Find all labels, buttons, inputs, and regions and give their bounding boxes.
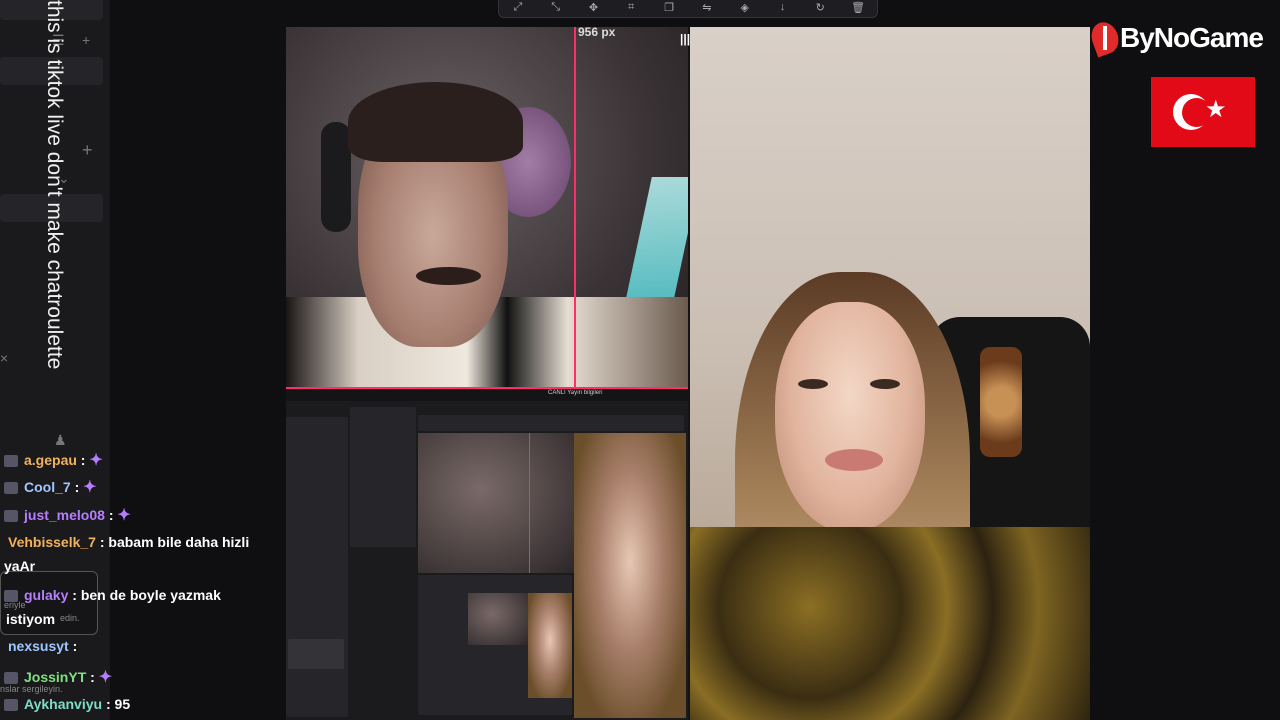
crop-icon[interactable]: ⌗: [621, 1, 641, 14]
nested-topbar: CANLI Yayın bilgileri: [286, 389, 688, 401]
chat-avatar: [4, 699, 18, 712]
faint-text: edin.: [60, 613, 80, 623]
chat-text: 95: [114, 696, 131, 712]
butterfly-emote-icon: ✦: [83, 479, 97, 496]
guide-size-label: 956 px: [578, 25, 616, 39]
chat-username[interactable]: just_melo08: [24, 507, 105, 523]
rotate-icon[interactable]: ↻: [810, 1, 830, 14]
chat-separator: :: [68, 587, 81, 603]
lips: [825, 449, 883, 471]
turkey-flag: ★: [1151, 77, 1255, 147]
align-center-icon[interactable]: ✥: [583, 1, 603, 14]
chat-text: babam bile daha hizli: [108, 534, 250, 550]
nested-streamer-camera: [418, 433, 574, 573]
chat-username[interactable]: Cool_7: [24, 479, 71, 495]
chat-avatar: [4, 510, 18, 523]
chair-pattern: [980, 347, 1022, 457]
chat-avatar: [4, 672, 18, 685]
chat-separator: :: [86, 669, 99, 685]
mustache: [416, 267, 481, 285]
chat-message: Cool_7 : ✦: [4, 477, 97, 497]
copy-icon[interactable]: ❐: [659, 1, 679, 14]
butterfly-emote-icon: ✦: [89, 452, 103, 469]
headset: [321, 122, 351, 232]
nested-inner-guest: [528, 593, 572, 698]
chat-avatar: [4, 455, 18, 468]
brand-logo: ByNoGame: [1087, 18, 1264, 58]
chat-message: just_melo08 : ✦: [4, 505, 131, 525]
chat-text: yaAr: [4, 558, 36, 574]
chat-text: ben de boyle yazmak: [80, 587, 221, 603]
chat-separator: :: [68, 638, 78, 654]
download-icon[interactable]: ↓: [772, 1, 792, 13]
chat-avatar: [4, 482, 18, 495]
brand-icon: [1087, 18, 1123, 58]
star-icon: ★: [1205, 96, 1227, 123]
nested-inner-view: [418, 575, 572, 715]
expand-icon[interactable]: ⤡: [546, 1, 566, 14]
chat-separator: :: [102, 696, 115, 712]
transform-toolbar: ⤢ ⤡ ✥ ⌗ ❐ ⇋ ◈ ↓ ↻ 🗑: [498, 0, 878, 18]
flip-icon[interactable]: ⇋: [697, 1, 717, 14]
chat-username[interactable]: nexsusyt: [8, 638, 69, 654]
chat-username[interactable]: JossinYT: [24, 669, 86, 685]
chat-message: istiyom: [6, 611, 55, 627]
nested-editor-view: CANLI Yayın bilgileri: [286, 389, 688, 720]
delete-icon[interactable]: 🗑: [848, 1, 868, 14]
chat-separator: :: [95, 534, 109, 550]
eye: [798, 379, 828, 389]
chat-username[interactable]: Vehbisselk_7: [8, 534, 96, 550]
add-source-icon[interactable]: +: [82, 140, 93, 161]
nested-inner-cam: [468, 593, 528, 645]
nested-toolbar: [418, 415, 684, 431]
fit-icon[interactable]: ⤢: [508, 1, 528, 14]
chat-message: gulaky : ben de boyle yazmak: [4, 587, 221, 603]
chat-avatar: [4, 590, 18, 603]
overlay-caption: this is tiktok live don't make chatroule…: [43, 0, 66, 370]
nested-title: CANLI Yayın bilgileri: [548, 390, 603, 396]
chat-message: a.gepau : ✦: [4, 450, 103, 470]
streamer-camera[interactable]: [286, 27, 688, 388]
nested-guide: [529, 433, 530, 573]
chat-message: Aykhanviyu : 95: [4, 696, 130, 712]
chat-username[interactable]: gulaky: [24, 587, 68, 603]
chat-separator: :: [76, 452, 90, 468]
chat-text: istiyom: [6, 611, 56, 627]
chat-message: JossinYT : ✦: [4, 667, 112, 687]
guest-top: [690, 527, 1090, 720]
butterfly-emote-icon: ✦: [117, 507, 131, 524]
chat-username[interactable]: Aykhanviyu: [24, 696, 102, 712]
chat-message: Vehbisselk_7 : babam bile daha hizli: [8, 534, 249, 550]
brand-name: ByNoGame: [1120, 22, 1264, 53]
nested-panel: [350, 407, 416, 547]
chat-message: yaAr: [4, 558, 35, 574]
close-icon[interactable]: ×: [0, 350, 8, 366]
streamer-hair: [348, 82, 523, 162]
nested-sidebar: [286, 417, 348, 717]
chat-message: nexsusyt :: [8, 638, 77, 654]
nested-guest-camera: [574, 433, 686, 718]
add-icon[interactable]: +: [82, 32, 90, 48]
chat-separator: :: [104, 507, 118, 523]
chat-separator: :: [70, 479, 84, 495]
stats-icon[interactable]: |||: [680, 32, 690, 46]
chat-username[interactable]: a.gepau: [24, 452, 77, 468]
eye: [870, 379, 900, 389]
butterfly-emote-icon: ✦: [98, 669, 113, 686]
layers-icon[interactable]: ◈: [735, 1, 755, 14]
guest-camera[interactable]: [690, 27, 1090, 720]
vertical-guide-line: [574, 27, 576, 390]
guest-face: [775, 302, 925, 532]
nested-info-box: [288, 639, 344, 669]
